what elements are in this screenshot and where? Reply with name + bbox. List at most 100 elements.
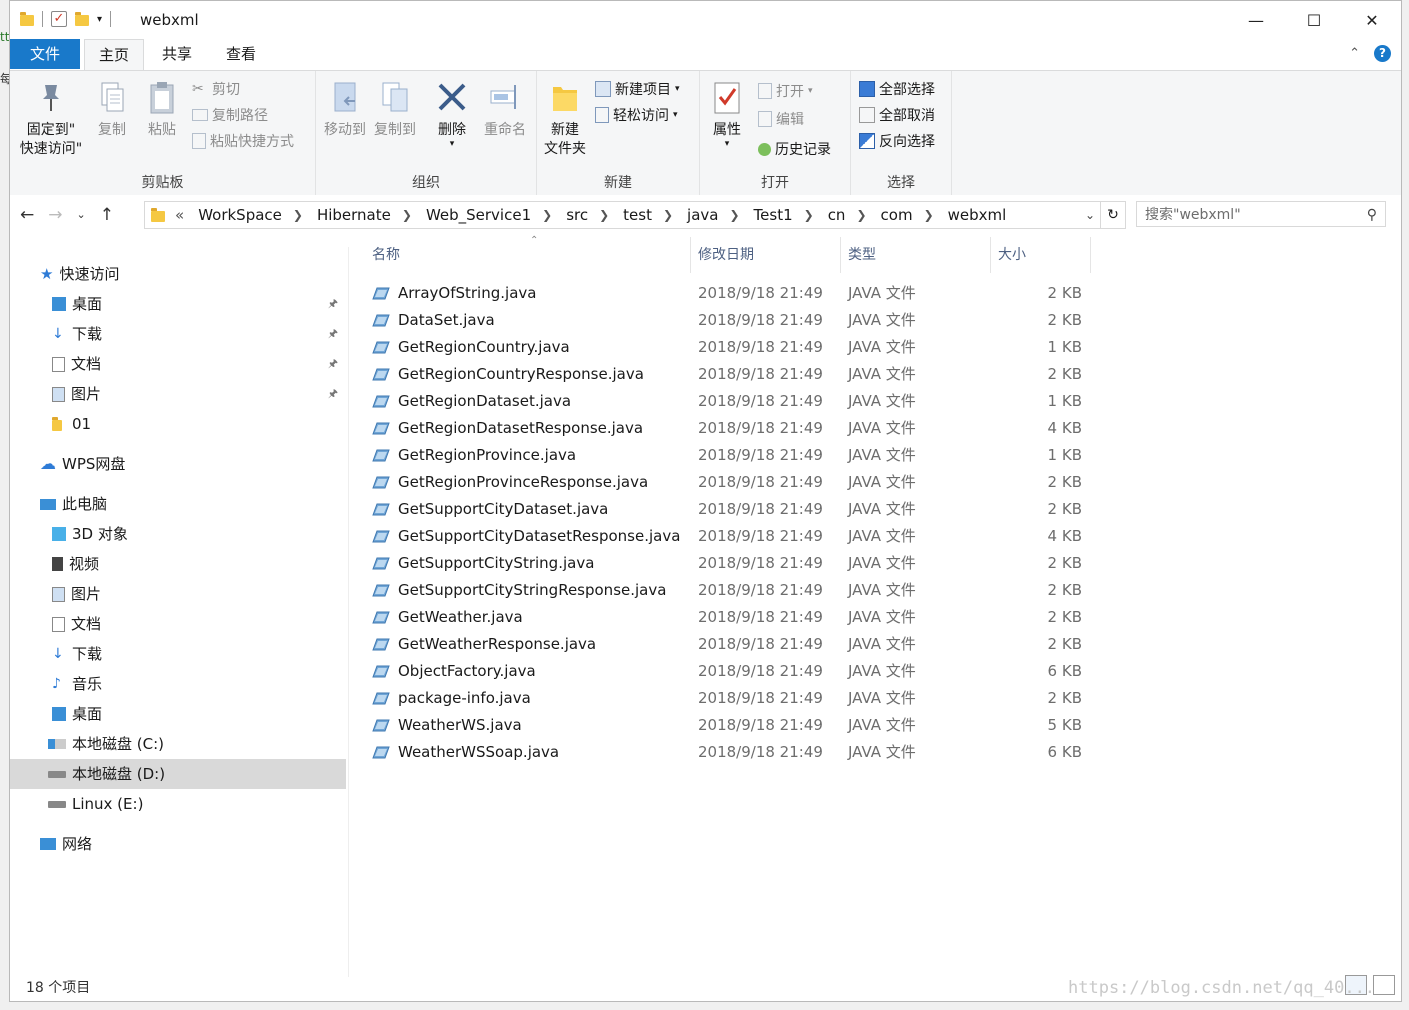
nav-quick-access[interactable]: ★ 快速访问 — [40, 259, 119, 289]
select-all-button[interactable]: 全部选择 — [859, 79, 935, 99]
cut-button[interactable]: ✂ 剪切 — [192, 79, 240, 99]
file-row[interactable]: GetRegionCountry.java 2018/9/18 21:49 JAVA… — [372, 334, 1092, 361]
up-arrow-icon[interactable]: ↑ — [100, 205, 114, 225]
file-row[interactable]: WeatherWS.java 2018/9/18 21:49 JAVA 文件 5 KB — [372, 712, 1092, 739]
breadcrumb-item[interactable]: src — [566, 206, 588, 224]
breadcrumb-item[interactable]: com — [881, 206, 913, 224]
rename-button[interactable]: 重命名 — [480, 79, 530, 140]
file-row[interactable]: package-info.java 2018/9/18 21:49 JAVA 文件 2… — [372, 685, 1092, 712]
nav-this-pc[interactable]: 此电脑 — [40, 489, 107, 519]
pin-icon[interactable]: 🖈 — [328, 319, 338, 349]
nav-wps-cloud[interactable]: ☁ WPS网盘 — [40, 449, 125, 479]
file-row[interactable]: GetSupportCityString.java 2018/9/18 21:49… — [372, 550, 1092, 577]
nav-item-downloads[interactable]: ↓ 下载 — [52, 639, 102, 669]
nav-item-pictures[interactable]: 图片 — [52, 579, 101, 609]
copy-button[interactable]: 复制 — [90, 79, 134, 140]
invert-selection-button[interactable]: 反向选择 — [859, 131, 935, 151]
file-type: JAVA 文件 — [848, 635, 916, 653]
new-item-button[interactable]: 新建项目 ▾ — [595, 79, 680, 99]
nav-item-desktop[interactable]: 桌面 — [52, 699, 102, 729]
nav-item-downloads[interactable]: ↓ 下载 🖈 — [52, 319, 344, 349]
nav-item-01[interactable]: 01 — [52, 409, 91, 439]
file-row[interactable]: GetSupportCityStringResponse.java 2018/9/… — [372, 577, 1092, 604]
properties-check-icon[interactable]: ✓ — [51, 11, 67, 27]
back-arrow-icon[interactable]: ← — [20, 205, 34, 225]
recent-dropdown-icon[interactable]: ⌄ — [77, 205, 86, 225]
refresh-icon[interactable]: ↻ — [1100, 201, 1126, 229]
paste-button[interactable]: 粘贴 — [140, 79, 184, 140]
file-row[interactable]: GetRegionProvinceResponse.java 2018/9/18 … — [372, 469, 1092, 496]
open-button[interactable]: 打开 ▾ — [758, 81, 813, 101]
pin-icon[interactable]: 🖈 — [328, 289, 338, 319]
nav-item-music[interactable]: ♪ 音乐 — [52, 669, 102, 699]
file-row[interactable]: ObjectFactory.java 2018/9/18 21:49 JAVA 文件… — [372, 658, 1092, 685]
pin-icon[interactable]: 🖈 — [328, 379, 338, 409]
nav-item-3d-objects[interactable]: 3D 对象 — [52, 519, 128, 549]
copy-path-button[interactable]: 复制路径 — [192, 105, 268, 125]
file-row[interactable]: GetWeather.java 2018/9/18 21:49 JAVA 文件 2 K… — [372, 604, 1092, 631]
file-row[interactable]: GetRegionCountryResponse.java 2018/9/18 2… — [372, 361, 1092, 388]
file-row[interactable]: GetRegionProvince.java 2018/9/18 21:49 JAV… — [372, 442, 1092, 469]
java-file-icon — [372, 341, 390, 354]
copy-to-button[interactable]: 复制到 — [372, 79, 418, 140]
file-row[interactable]: ArrayOfString.java 2018/9/18 21:49 JAVA 文件… — [372, 280, 1092, 307]
pin-quick-access-button[interactable]: 固定到" 快速访问" — [16, 79, 86, 159]
nav-item-documents[interactable]: 文档 🖈 — [52, 349, 344, 379]
column-header-type[interactable]: 类型 — [848, 237, 876, 273]
nav-item-desktop[interactable]: 桌面 🖈 — [52, 289, 344, 319]
column-header-size[interactable]: 大小 — [998, 237, 1026, 273]
breadcrumb-item[interactable]: test — [623, 206, 652, 224]
new-folder-button[interactable]: 新建 文件夹 — [541, 79, 589, 159]
edit-button[interactable]: 编辑 — [758, 109, 804, 129]
nav-item-drive-d[interactable]: 本地磁盘 (D:) — [48, 759, 165, 789]
easy-access-button[interactable]: 轻松访问 ▾ — [595, 105, 678, 125]
minimize-icon[interactable]: — — [1227, 1, 1285, 39]
collapse-ribbon-icon[interactable]: ⌃ — [1349, 46, 1360, 61]
tab-share[interactable]: 共享 — [148, 39, 206, 69]
properties-button[interactable]: 属性 ▾ — [704, 79, 750, 149]
file-row[interactable]: DataSet.java 2018/9/18 21:49 JAVA 文件 2 KB — [372, 307, 1092, 334]
search-input[interactable]: 搜索"webxml" ⚲ — [1136, 201, 1386, 227]
tab-view[interactable]: 查看 — [212, 39, 270, 69]
large-icons-view-icon[interactable] — [1373, 975, 1395, 995]
file-row[interactable]: GetSupportCityDatasetResponse.java 2018/9… — [372, 523, 1092, 550]
column-header-date[interactable]: 修改日期 — [698, 237, 754, 273]
file-row[interactable]: GetSupportCityDataset.java 2018/9/18 21:4… — [372, 496, 1092, 523]
new-folder-icon — [549, 79, 581, 115]
overflow-chevron-icon[interactable]: « — [175, 206, 184, 224]
maximize-icon[interactable]: ☐ — [1285, 1, 1343, 39]
nav-item-documents[interactable]: 文档 — [52, 609, 101, 639]
nav-network[interactable]: 网络 — [40, 829, 92, 859]
breadcrumb-item[interactable]: Hibernate — [317, 206, 391, 224]
select-none-button[interactable]: 全部取消 — [859, 105, 935, 125]
file-row[interactable]: GetRegionDatasetResponse.java 2018/9/18 2… — [372, 415, 1092, 442]
nav-item-drive-c[interactable]: 本地磁盘 (C:) — [48, 729, 164, 759]
breadcrumb-item[interactable]: Test1 — [754, 206, 793, 224]
paste-shortcut-button[interactable]: 粘贴快捷方式 — [192, 131, 294, 151]
file-row[interactable]: GetWeatherResponse.java 2018/9/18 21:49 JA… — [372, 631, 1092, 658]
tab-file[interactable]: 文件 — [10, 39, 80, 69]
history-button[interactable]: 历史记录 — [758, 139, 831, 159]
nav-item-pictures[interactable]: 图片 🖈 — [52, 379, 344, 409]
breadcrumb-item[interactable]: java — [687, 206, 718, 224]
breadcrumb-item[interactable]: Web_Service1 — [426, 206, 531, 224]
file-row[interactable]: GetRegionDataset.java 2018/9/18 21:49 JAVA… — [372, 388, 1092, 415]
qat-dropdown-icon[interactable]: ▾ — [97, 14, 102, 25]
move-to-button[interactable]: 移动到 — [322, 79, 368, 140]
address-dropdown-icon[interactable]: ⌄ — [1085, 208, 1095, 222]
breadcrumb-item[interactable]: WorkSpace — [198, 206, 282, 224]
breadcrumb-item[interactable]: webxml — [948, 206, 1007, 224]
nav-item-videos[interactable]: 视频 — [52, 549, 99, 579]
nav-item-drive-e[interactable]: Linux (E:) — [48, 789, 143, 819]
help-icon[interactable]: ? — [1374, 45, 1391, 62]
breadcrumb-item[interactable]: cn — [828, 206, 846, 224]
close-icon[interactable]: ✕ — [1343, 1, 1401, 39]
pin-icon[interactable]: 🖈 — [328, 349, 338, 379]
file-row[interactable]: WeatherWSSoap.java 2018/9/18 21:49 JAVA 文件… — [372, 739, 1092, 766]
column-header-name[interactable]: 名称 — [372, 237, 400, 273]
delete-button[interactable]: 删除 ▾ — [432, 79, 472, 149]
tab-home[interactable]: 主页 — [84, 39, 145, 71]
new-folder-icon[interactable] — [75, 11, 89, 26]
address-bar[interactable]: « WorkSpace ❯ Hibernate ❯ Web_Service1 ❯ sr… — [144, 201, 1126, 229]
forward-arrow-icon[interactable]: → — [48, 205, 62, 225]
